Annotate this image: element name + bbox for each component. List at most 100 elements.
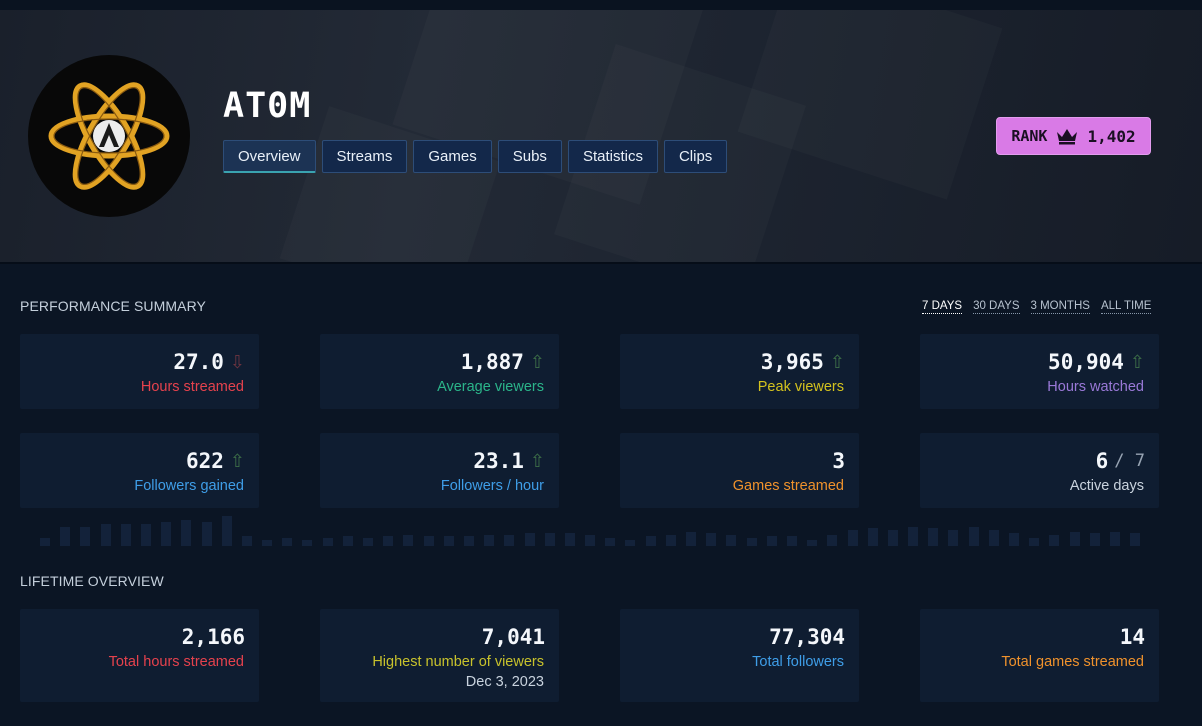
stat-card-hours-streamed: 27.0 ⇩ Hours streamed bbox=[20, 334, 259, 409]
crown-icon bbox=[1057, 129, 1078, 145]
activity-bar bbox=[807, 540, 818, 546]
stat-card-total-followers: 77,304 Total followers bbox=[620, 609, 859, 702]
stat-label: Peak viewers bbox=[757, 379, 844, 395]
activity-bar bbox=[1130, 533, 1141, 546]
stat-card-active-days: 6/ 7 Active days bbox=[920, 433, 1159, 508]
activity-bar bbox=[524, 533, 535, 546]
activity-bar bbox=[80, 527, 91, 546]
arrow-up-icon: ⇧ bbox=[829, 351, 845, 373]
tab-statistics[interactable]: Statistics bbox=[567, 140, 658, 173]
stat-label: Average viewers bbox=[437, 379, 544, 395]
activity-bar bbox=[302, 540, 313, 546]
arrow-down-icon: ⇩ bbox=[229, 351, 245, 373]
top-strip bbox=[0, 0, 1202, 10]
activity-bar bbox=[605, 538, 616, 546]
stat-card-highest-viewers: 7,041 Highest number of viewers Dec 3, 2… bbox=[320, 609, 559, 702]
activity-bar bbox=[504, 535, 515, 546]
stat-card-games-streamed: 3 Games streamed bbox=[620, 433, 859, 508]
range-7-days[interactable]: 7 DAYS bbox=[922, 300, 963, 314]
activity-bar bbox=[140, 524, 151, 546]
activity-bar bbox=[322, 538, 333, 546]
activity-bar bbox=[706, 533, 717, 546]
stat-label: Highest number of viewers bbox=[372, 654, 544, 670]
activity-bar bbox=[867, 528, 878, 546]
activity-bar bbox=[443, 536, 454, 546]
stat-value-total: / 7 bbox=[1114, 451, 1145, 471]
stat-label: Active days bbox=[1069, 478, 1144, 494]
stat-value: 77,304 bbox=[769, 625, 845, 649]
arrow-up-icon: ⇧ bbox=[529, 351, 545, 373]
activity-bar bbox=[1089, 533, 1100, 546]
activity-bar bbox=[221, 516, 232, 546]
stat-value: 3 bbox=[832, 449, 845, 473]
stat-card-followers-gained: 622 ⇧ Followers gained bbox=[20, 433, 259, 508]
arrow-up-icon: ⇧ bbox=[1129, 351, 1145, 373]
stat-label: Hours streamed bbox=[140, 379, 244, 395]
stat-card-total-hours-streamed: 2,166 Total hours streamed bbox=[20, 609, 259, 702]
stat-label: Total hours streamed bbox=[108, 654, 244, 670]
performance-summary-title: PERFORMANCE SUMMARY bbox=[20, 298, 206, 314]
activity-bar bbox=[928, 528, 939, 546]
activity-bar bbox=[403, 535, 414, 546]
arrow-up-icon: ⇧ bbox=[229, 450, 245, 472]
activity-bar bbox=[100, 524, 111, 546]
activity-bar bbox=[827, 535, 838, 546]
activity-bar bbox=[40, 538, 50, 546]
time-range-selector: 7 DAYS 30 DAYS 3 MONTHS ALL TIME bbox=[922, 300, 1152, 314]
activity-bar bbox=[423, 536, 434, 546]
stat-card-average-viewers: 1,887 ⇧ Average viewers bbox=[320, 334, 559, 409]
activity-bar bbox=[625, 540, 636, 546]
activity-bar bbox=[241, 536, 252, 546]
channel-name: AT0M bbox=[223, 86, 312, 126]
activity-bar bbox=[1009, 533, 1019, 546]
tab-streams[interactable]: Streams bbox=[321, 140, 408, 173]
rank-value: 1,402 bbox=[1087, 126, 1136, 146]
stat-value: 3,965 bbox=[760, 350, 824, 374]
activity-bar bbox=[887, 530, 898, 546]
stat-label: Followers / hour bbox=[440, 478, 544, 494]
activity-bar bbox=[484, 535, 495, 546]
stat-date: Dec 3, 2023 bbox=[465, 674, 544, 690]
activity-bar bbox=[60, 527, 71, 546]
stat-value: 1,887 bbox=[460, 350, 524, 374]
tab-overview[interactable]: Overview bbox=[223, 140, 316, 173]
stat-label: Total followers bbox=[752, 654, 844, 670]
range-30-days[interactable]: 30 DAYS bbox=[973, 300, 1020, 314]
stat-value: 6 bbox=[1095, 449, 1109, 473]
tab-games[interactable]: Games bbox=[413, 140, 492, 173]
activity-bar bbox=[645, 536, 656, 546]
activity-bar bbox=[201, 522, 212, 546]
stat-card-followers-per-hour: 23.1 ⇧ Followers / hour bbox=[320, 433, 559, 508]
activity-bar bbox=[363, 538, 373, 546]
activity-bar bbox=[686, 532, 696, 546]
activity-bar bbox=[766, 536, 777, 546]
activity-bar bbox=[968, 527, 979, 546]
stat-card-hours-watched: 50,904 ⇧ Hours watched bbox=[920, 334, 1159, 409]
activity-bar bbox=[726, 535, 737, 546]
activity-bar bbox=[1069, 532, 1080, 546]
stat-value: 622 bbox=[185, 449, 224, 473]
activity-bar bbox=[262, 540, 273, 546]
avatar[interactable] bbox=[28, 55, 190, 217]
activity-bar bbox=[181, 520, 192, 546]
activity-bar bbox=[342, 536, 353, 546]
rank-badge[interactable]: RANK 1,402 bbox=[996, 117, 1151, 155]
activity-sparkline bbox=[40, 514, 1150, 546]
stat-label: Followers gained bbox=[134, 478, 244, 494]
atom-logo-icon bbox=[48, 82, 170, 190]
activity-bar bbox=[120, 524, 131, 546]
activity-bar bbox=[383, 536, 394, 546]
range-3-months[interactable]: 3 MONTHS bbox=[1030, 300, 1090, 314]
range-all-time[interactable]: ALL TIME bbox=[1100, 300, 1152, 314]
stat-value: 27.0 bbox=[173, 350, 224, 374]
activity-bar bbox=[1109, 532, 1120, 546]
activity-bar bbox=[1049, 535, 1060, 546]
tab-subs[interactable]: Subs bbox=[497, 140, 562, 173]
activity-bar bbox=[746, 538, 757, 546]
activity-bar bbox=[564, 533, 575, 546]
activity-bar bbox=[948, 530, 959, 546]
channel-tabs: Overview Streams Games Subs Statistics C… bbox=[223, 140, 728, 173]
tab-clips[interactable]: Clips bbox=[663, 140, 728, 173]
stat-value: 50,904 bbox=[1048, 350, 1124, 374]
activity-bar bbox=[665, 535, 676, 546]
